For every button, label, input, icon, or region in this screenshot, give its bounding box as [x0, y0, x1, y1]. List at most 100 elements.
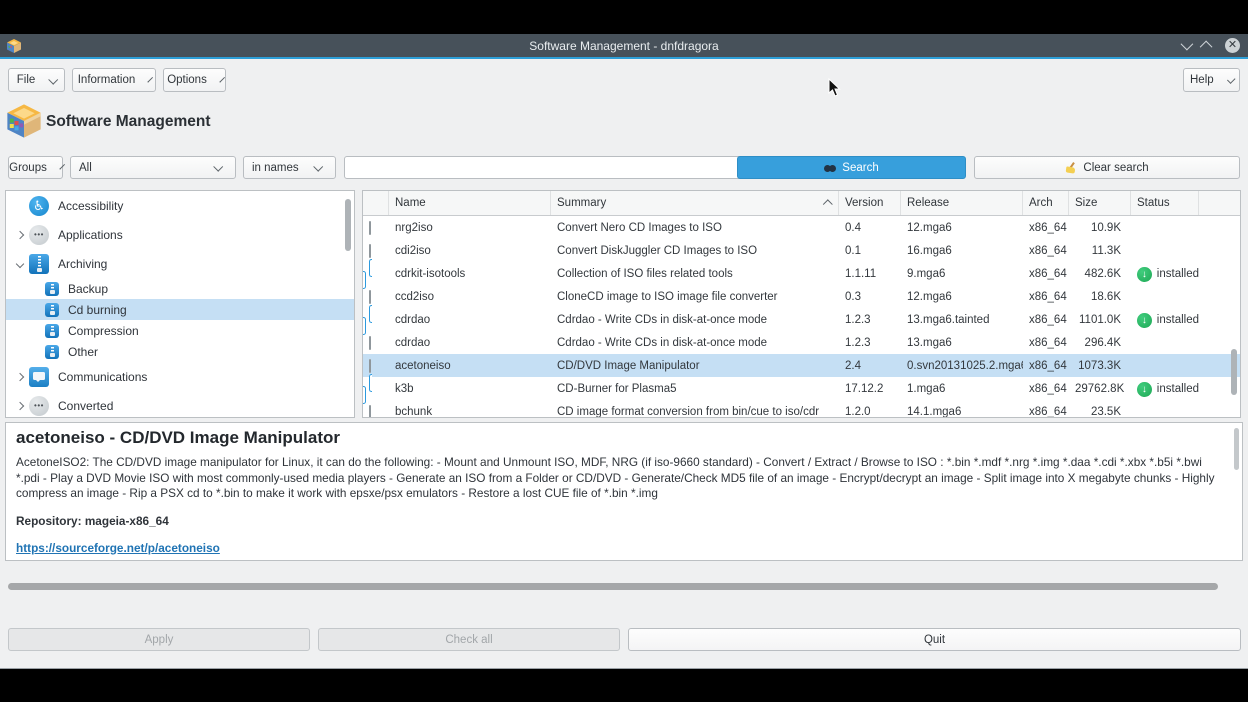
tree-item-backup[interactable]: Backup	[6, 278, 354, 299]
tree-item-archiving[interactable]: Archiving	[6, 249, 354, 278]
cell-version: 17.12.2	[839, 383, 901, 395]
table-row-acetoneiso[interactable]: acetoneiso CD/DVD Image Manipulator 2.4 …	[363, 354, 1240, 377]
check-all-button[interactable]: Check all	[318, 628, 620, 651]
column-header-summary-label: Summary	[557, 197, 606, 209]
chevron-down-icon	[313, 162, 323, 172]
package-checkbox[interactable]	[363, 305, 372, 335]
cell-summary: CloneCD image to ISO image file converte…	[551, 291, 839, 303]
package-checkbox[interactable]	[369, 221, 371, 235]
information-menu-button[interactable]: Information	[72, 68, 156, 92]
tree-item-label: Archiving	[58, 257, 107, 271]
tree-expander[interactable]	[13, 374, 27, 380]
package-checkbox[interactable]	[369, 290, 371, 304]
package-checkbox[interactable]	[363, 259, 372, 289]
software-management-icon	[5, 102, 43, 140]
tree-item-communications[interactable]: Communications	[6, 362, 354, 391]
tree-item-label: Accessibility	[58, 199, 123, 213]
cell-size: 1101.0K	[1069, 314, 1131, 326]
package-table: Name Summary Version Release Arch Size S…	[362, 190, 1241, 418]
cell-status: ↓installed	[1131, 267, 1199, 282]
tree-item-accessibility[interactable]: ♿ Accessibility	[6, 191, 354, 220]
column-header-version[interactable]: Version	[839, 191, 901, 215]
table-row-cdi2iso[interactable]: cdi2iso Convert DiskJuggler CD Images to…	[363, 239, 1240, 262]
tree-item-applications[interactable]: Applications	[6, 220, 354, 249]
table-row-bchunk[interactable]: bchunk CD image format conversion from b…	[363, 400, 1240, 418]
cell-summary: Collection of ISO files related tools	[551, 268, 839, 280]
package-checkbox[interactable]	[363, 374, 372, 404]
broom-icon	[1065, 162, 1077, 174]
close-icon[interactable]: ✕	[1225, 38, 1240, 53]
quit-button[interactable]: Quit	[628, 628, 1241, 651]
tree-item-label: Communications	[58, 370, 147, 384]
table-header-row: Name Summary Version Release Arch Size S…	[363, 191, 1240, 216]
tree-item-compression[interactable]: Compression	[6, 320, 354, 341]
options-menu-button[interactable]: Options	[163, 68, 226, 92]
search-button[interactable]: Search	[737, 156, 966, 179]
cell-name: cdrdao	[389, 314, 551, 326]
minimize-icon[interactable]	[1181, 38, 1194, 51]
tree-expander[interactable]	[13, 232, 27, 238]
details-scrollbar[interactable]	[1234, 428, 1239, 470]
table-row-nrg2iso[interactable]: nrg2iso Convert Nero CD Images to ISO 0.…	[363, 216, 1240, 239]
cell-name: cdi2iso	[389, 245, 551, 257]
cell-size: 10.9K	[1069, 222, 1131, 234]
tree-item-other[interactable]: Other	[6, 341, 354, 362]
table-row-cdrkit-isotools[interactable]: cdrkit-isotools Collection of ISO files …	[363, 262, 1240, 285]
column-header-summary[interactable]: Summary	[551, 191, 839, 215]
cell-name: ccd2iso	[389, 291, 551, 303]
file-menu-button[interactable]: File	[8, 68, 65, 92]
cell-release: 12.mga6	[901, 291, 1023, 303]
cell-release: 9.mga6	[901, 268, 1023, 280]
package-checkbox[interactable]	[369, 405, 371, 419]
table-scrollbar[interactable]	[1231, 349, 1237, 395]
cell-version: 1.1.11	[839, 268, 901, 280]
column-header-name[interactable]: Name	[389, 191, 551, 215]
chevron-down-icon	[1227, 75, 1236, 84]
category-tree: ♿ Accessibility Applications Archiving B…	[5, 190, 355, 418]
tree-item-label: Backup	[68, 282, 108, 296]
cell-arch: x86_64	[1023, 360, 1069, 372]
column-header-release[interactable]: Release	[901, 191, 1023, 215]
package-checkbox[interactable]	[369, 336, 371, 350]
tree-item-label: Other	[68, 345, 98, 359]
tree-item-converted[interactable]: Converted	[6, 391, 354, 418]
cell-version: 0.4	[839, 222, 901, 234]
package-checkbox[interactable]	[369, 244, 371, 258]
category-dropdown[interactable]: All	[70, 156, 236, 179]
tree-item-cd-burning[interactable]: Cd burning	[6, 299, 354, 320]
groups-dropdown[interactable]: Groups	[8, 156, 63, 179]
tree-expander[interactable]	[13, 261, 27, 267]
help-menu-button[interactable]: Help	[1183, 68, 1240, 92]
clear-search-button[interactable]: Clear search	[974, 156, 1240, 179]
tree-expander[interactable]	[13, 403, 27, 409]
package-repository: Repository: mageia-x86_64	[16, 514, 1232, 528]
column-header-checkbox[interactable]	[363, 191, 389, 215]
search-button-label: Search	[842, 162, 878, 174]
cell-version: 1.2.3	[839, 314, 901, 326]
column-header-size[interactable]: Size	[1069, 191, 1131, 215]
installed-icon: ↓	[1137, 267, 1152, 282]
column-header-arch[interactable]: Arch	[1023, 191, 1069, 215]
column-header-status[interactable]: Status	[1131, 191, 1199, 215]
table-row-k3b[interactable]: k3b CD-Burner for Plasma5 17.12.2 1.mga6…	[363, 377, 1240, 400]
package-checkbox[interactable]	[369, 359, 371, 373]
apply-button[interactable]: Apply	[8, 628, 310, 651]
scope-dropdown[interactable]: in names	[243, 156, 336, 179]
search-input[interactable]	[344, 156, 742, 179]
cell-name: cdrkit-isotools	[389, 268, 551, 280]
table-row-ccd2iso[interactable]: ccd2iso CloneCD image to ISO image file …	[363, 285, 1240, 308]
cell-arch: x86_64	[1023, 406, 1069, 418]
cell-arch: x86_64	[1023, 291, 1069, 303]
maximize-icon[interactable]	[1200, 41, 1213, 54]
table-row-cdrdao[interactable]: cdrdao Cdrdao - Write CDs in disk-at-onc…	[363, 308, 1240, 331]
chevron-down-icon	[213, 162, 223, 172]
cell-status: ↓installed	[1131, 313, 1199, 328]
cell-version: 1.2.3	[839, 337, 901, 349]
package-url-link[interactable]: https://sourceforge.net/p/acetoneiso	[16, 541, 220, 555]
clear-search-label: Clear search	[1083, 162, 1148, 174]
table-row-cdrdao[interactable]: cdrdao Cdrdao - Write CDs in disk-at-onc…	[363, 331, 1240, 354]
installed-icon: ↓	[1137, 313, 1152, 328]
cell-name: cdrdao	[389, 337, 551, 349]
tree-scrollbar[interactable]	[345, 199, 351, 251]
tree-item-label: Converted	[58, 399, 113, 413]
